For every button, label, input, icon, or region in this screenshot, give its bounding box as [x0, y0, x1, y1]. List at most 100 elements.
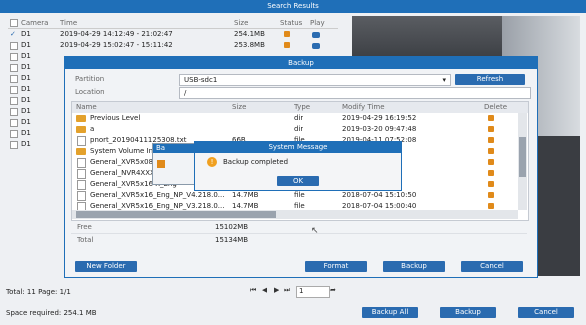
next-page-icon[interactable]: ▶: [274, 286, 279, 294]
row-time: 2019-04-29 14:12:49 - 21:02:47: [60, 30, 173, 38]
delete-icon[interactable]: [488, 137, 494, 143]
first-page-icon[interactable]: ⏮: [250, 286, 256, 295]
delete-icon[interactable]: [488, 159, 494, 165]
row-camera: D1: [21, 96, 31, 104]
column-status: Status: [280, 19, 303, 27]
row-checkbox[interactable]: [10, 42, 18, 50]
search-list-header: Camera Time Size Status Play: [8, 18, 338, 29]
pagination: ⏮ ◀ ▶ ⏭ 1 ➦: [250, 286, 340, 298]
file-name: a: [90, 125, 95, 133]
file-icon: [77, 191, 86, 201]
column-type: Type: [294, 103, 311, 111]
delete-icon[interactable]: [488, 192, 494, 198]
row-time: 2019-04-29 15:02:47 - 15:11:42: [60, 41, 173, 49]
row-checkbox[interactable]: [10, 86, 18, 94]
backup-cancel-button[interactable]: Cancel: [461, 261, 523, 272]
row-camera: D1: [21, 30, 31, 38]
row-camera: D1: [21, 63, 31, 71]
prev-page-icon[interactable]: ◀: [262, 286, 267, 294]
lock-icon[interactable]: [284, 42, 290, 48]
delete-icon[interactable]: [488, 203, 494, 209]
row-checkbox[interactable]: [10, 75, 18, 83]
row-camera: D1: [21, 129, 31, 137]
row-checkbox[interactable]: [10, 130, 18, 138]
partition-label: Partition: [75, 75, 105, 83]
cancel-button[interactable]: Cancel: [518, 307, 574, 318]
row-size: 254.1MB: [234, 30, 265, 38]
row-camera: D1: [21, 41, 31, 49]
row-checkbox[interactable]: [10, 97, 18, 105]
total-value: 15134MB: [215, 236, 249, 244]
delete-icon[interactable]: [488, 148, 494, 154]
delete-icon[interactable]: [488, 115, 494, 121]
file-size: 14.7MB: [232, 191, 259, 199]
row-checkbox[interactable]: [10, 119, 18, 127]
message-text: Backup completed: [223, 158, 289, 166]
delete-icon[interactable]: [488, 126, 494, 132]
backup-dialog-titlebar: Backup: [65, 57, 537, 69]
play-icon[interactable]: [312, 32, 320, 38]
column-name: Name: [76, 103, 97, 111]
row-checkbox[interactable]: [10, 108, 18, 116]
row-camera: D1: [21, 52, 31, 60]
chevron-down-icon: ▾: [442, 76, 446, 84]
lock-icon[interactable]: [284, 31, 290, 37]
file-modify-time: 2018-07-04 15:10:50: [342, 191, 417, 199]
column-delete: Delete: [484, 103, 507, 111]
total-label: Total: [77, 236, 94, 244]
vertical-scrollbar[interactable]: [518, 113, 527, 210]
location-field[interactable]: /: [179, 87, 531, 99]
list-item[interactable]: General_XVR5x16_Eng_NP_V4.218.0... 14.7M…: [72, 190, 528, 201]
system-message-dialog: System Message ! Backup completed OK: [194, 141, 402, 191]
backup-button[interactable]: Backup: [440, 307, 496, 318]
horizontal-scrollbar[interactable]: [72, 210, 518, 219]
row-checkbox[interactable]: [10, 141, 18, 149]
column-modify-time: Modify Time: [342, 103, 385, 111]
free-value: 15102MB: [215, 223, 249, 231]
file-name: General_XVR5x16_Eng_NP_V4.218.0...: [90, 191, 225, 199]
delete-icon[interactable]: [488, 181, 494, 187]
row-camera: D1: [21, 140, 31, 148]
file-icon: [77, 180, 86, 190]
delete-icon[interactable]: [488, 170, 494, 176]
list-item[interactable]: Previous Level dir 2019-04-29 16:19:52: [72, 113, 528, 124]
play-icon[interactable]: [312, 43, 320, 49]
row-camera: D1: [21, 74, 31, 82]
refresh-button[interactable]: Refresh: [455, 74, 525, 85]
location-label: Location: [75, 88, 105, 96]
column-size: Size: [234, 19, 249, 27]
page-input[interactable]: 1: [296, 286, 330, 298]
column-play: Play: [310, 19, 325, 27]
select-all-checkbox[interactable]: [10, 19, 18, 27]
row-checkbox[interactable]: [10, 53, 18, 61]
column-camera: Camera: [21, 19, 49, 27]
row-checkbox[interactable]: [10, 64, 18, 72]
search-results-titlebar: Search Results: [0, 0, 586, 13]
backup-confirm-button[interactable]: Backup: [383, 261, 445, 272]
column-time: Time: [60, 19, 78, 27]
ok-button[interactable]: OK: [277, 176, 319, 186]
system-message-titlebar: System Message: [195, 142, 401, 153]
go-page-icon[interactable]: ➦: [330, 286, 336, 294]
file-modify-time: 2019-03-20 09:47:48: [342, 125, 417, 133]
mouse-cursor-icon: ↖: [311, 226, 319, 236]
row-camera: D1: [21, 107, 31, 115]
folder-icon: [76, 115, 86, 122]
file-type: file: [294, 191, 305, 199]
table-row[interactable]: D1 2019-04-29 15:02:47 - 15:11:42 253.8M…: [8, 40, 338, 51]
row-size: 253.8MB: [234, 41, 265, 49]
file-icon: [77, 169, 86, 179]
file-type: dir: [294, 125, 304, 133]
format-button[interactable]: Format: [305, 261, 367, 272]
free-label: Free: [77, 223, 92, 231]
new-folder-button[interactable]: New Folder: [75, 261, 137, 272]
last-page-icon[interactable]: ⏭: [284, 286, 290, 295]
folder-icon: [76, 148, 86, 155]
row-checked-mark[interactable]: ✓: [10, 29, 16, 40]
table-row[interactable]: ✓ D1 2019-04-29 14:12:49 - 21:02:47 254.…: [8, 29, 338, 40]
partition-select[interactable]: USB-sdc1 ▾: [179, 74, 451, 86]
list-item[interactable]: a dir 2019-03-20 09:47:48: [72, 124, 528, 135]
backup-progress-dialog: Ba: [152, 143, 202, 185]
warning-icon: !: [207, 157, 217, 167]
backup-all-button[interactable]: Backup All: [362, 307, 418, 318]
